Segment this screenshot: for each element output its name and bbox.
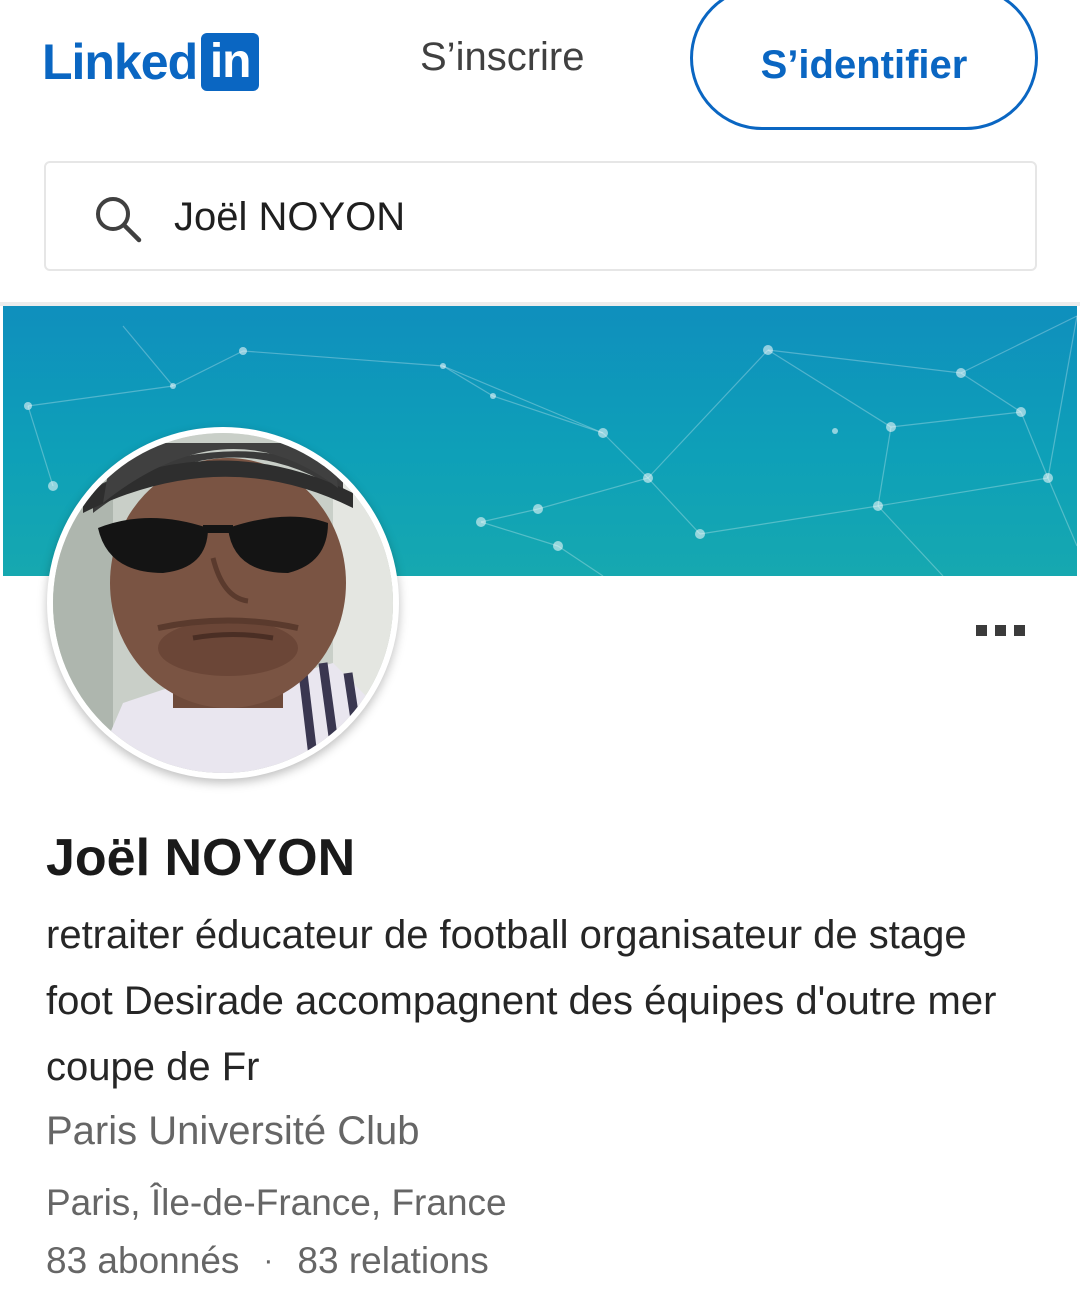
signin-button[interactable]: S’identifier	[690, 0, 1038, 130]
avatar-image	[53, 433, 393, 773]
logo-in-box: in	[201, 33, 260, 91]
followers-count: 83 abonnés	[46, 1240, 240, 1281]
profile-stats: 83 abonnés · 83 relations	[46, 1234, 489, 1288]
connections-count: 83 relations	[297, 1240, 489, 1281]
profile-name: Joël NOYON	[46, 829, 356, 887]
profile-page: Linked in S’inscrire S’identifier Joël N…	[0, 0, 1080, 1293]
linkedin-logo[interactable]: Linked in	[42, 33, 260, 91]
profile-company-link[interactable]: Paris Université Club	[46, 1102, 419, 1160]
more-options-icon[interactable]	[962, 612, 1038, 648]
logo-wordmark: Linked	[42, 34, 198, 90]
profile-headline: retraiter éducateur de football organisa…	[46, 913, 997, 1089]
search-bar[interactable]	[44, 161, 1037, 271]
more-dot	[1013, 624, 1025, 636]
top-nav: Linked in S’inscrire S’identifier	[0, 0, 1080, 150]
more-dot	[975, 624, 987, 636]
profile-photo[interactable]	[47, 427, 399, 779]
more-dot	[994, 624, 1006, 636]
profile-location: Paris, Île-de-France, France	[46, 1182, 507, 1223]
join-link[interactable]: S’inscrire	[420, 30, 584, 84]
search-icon	[96, 197, 142, 243]
search-input[interactable]	[174, 185, 994, 249]
stats-separator: ·	[263, 1244, 274, 1277]
